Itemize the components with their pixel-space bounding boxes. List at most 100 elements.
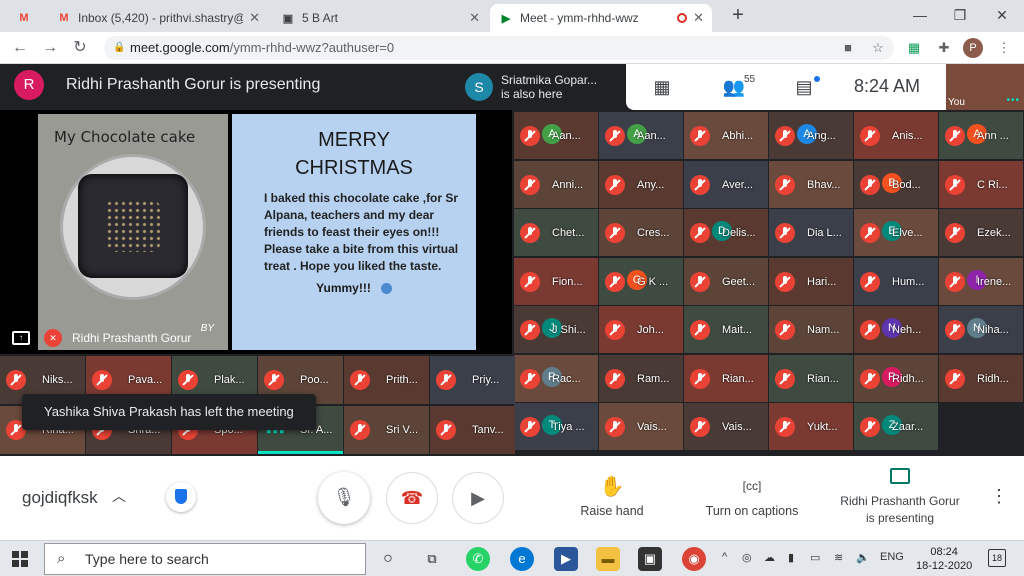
camera-button[interactable]: ▶ (452, 472, 504, 524)
participant-tile[interactable]: JJ Shi... (514, 306, 598, 353)
self-video-tile[interactable]: You ••• (946, 64, 1024, 110)
participant-tile[interactable]: Z Zaar... (854, 403, 938, 450)
meeting-code[interactable]: gojdiqfksk (22, 488, 98, 508)
chevron-up-icon[interactable]: ︿ (112, 486, 126, 506)
participant-tile[interactable]: Abhi... (684, 112, 768, 159)
participant-tile[interactable]: Yukt... (769, 403, 853, 450)
participant-tile[interactable]: Ezek... (939, 209, 1023, 256)
people-icon[interactable]: 👥 (722, 76, 746, 98)
edge-icon[interactable]: e (510, 547, 534, 571)
participant-tile[interactable]: D Delis... (684, 209, 768, 256)
file-explorer-icon[interactable]: ▬ (596, 547, 620, 571)
back-icon[interactable]: ← (10, 38, 30, 58)
host-controls-shield-icon[interactable] (166, 482, 196, 512)
network-icon[interactable]: ◎ (742, 551, 752, 564)
participant-tile[interactable]: N Neh... (854, 306, 938, 353)
captions-button[interactable]: [cc] Turn on captions (696, 474, 808, 518)
task-view-icon[interactable]: ⧉ (420, 547, 444, 571)
participant-tile[interactable]: E Elve... (854, 209, 938, 256)
participant-tile[interactable]: Hari... (769, 257, 853, 305)
participant-tile[interactable]: Vais... (599, 403, 683, 450)
participant-tile[interactable]: Ram... (599, 354, 683, 402)
cloud-icon[interactable]: ☁ (764, 551, 775, 564)
participant-tile[interactable]: R Ridh... (854, 354, 938, 402)
address-bar[interactable]: 🔒 meet.google.com/ymm-rhhd-wwz?authuser=… (104, 36, 894, 60)
participant-tile[interactable]: Rian... (684, 354, 768, 402)
sheets-extension-icon[interactable]: ▦ (906, 40, 922, 56)
chrome-icon[interactable]: ◉ (682, 547, 706, 571)
camera-icon[interactable]: ■ (840, 40, 856, 56)
raise-hand-button[interactable]: ✋ Raise hand (570, 474, 654, 518)
presenting-status-button[interactable]: Ridhi Prashanth Gorur is presenting (822, 468, 978, 527)
participant-tile[interactable]: Tanv... (430, 406, 515, 454)
tab-5b-art[interactable]: ▣ 5 B Art ✕ (272, 4, 488, 32)
reload-icon[interactable]: ↻ (70, 38, 90, 58)
taskbar-search[interactable]: ⌕ Type here to search (44, 543, 366, 575)
extensions-icon[interactable]: ✚ (936, 40, 952, 56)
tab-meet[interactable]: ▶ Meet - ymm-rhhd-wwz ✕ (490, 4, 712, 32)
tab-inbox[interactable]: M Inbox (5,420) - prithvi.shastry@sc ✕ (48, 4, 268, 32)
participant-tile[interactable]: Sri V... (344, 406, 429, 454)
participant-tile[interactable]: C Ri... (939, 160, 1023, 208)
taskbar-clock[interactable]: 08:24 18-12-2020 (916, 545, 972, 573)
participant-tile[interactable]: Priy... (430, 356, 515, 404)
participant-tile[interactable]: Nam... (769, 306, 853, 353)
participant-tile[interactable]: Hum... (854, 257, 938, 305)
participant-tile[interactable]: Vais... (684, 403, 768, 450)
close-icon[interactable]: ✕ (249, 10, 260, 26)
participant-tile[interactable]: Cres... (599, 209, 683, 256)
media-player-icon[interactable]: ▶ (554, 547, 578, 571)
participant-tile[interactable]: I Irene... (939, 257, 1023, 305)
close-icon[interactable]: ✕ (693, 10, 704, 26)
whatsapp-icon[interactable]: ✆ (466, 547, 490, 571)
participant-tile[interactable]: Chet... (514, 209, 598, 256)
mic-button[interactable]: 🎙 (318, 472, 370, 524)
participant-tile[interactable]: R Rac... (514, 354, 598, 402)
store-icon[interactable]: ▣ (638, 547, 662, 571)
participant-tile[interactable]: A Ann ... (939, 112, 1023, 159)
grid-layout-icon[interactable]: ▦ (650, 76, 674, 98)
bookmark-star-icon[interactable]: ☆ (870, 40, 886, 56)
leave-call-button[interactable]: ☎ (386, 472, 438, 524)
minimize-icon[interactable]: — (904, 4, 936, 26)
notification-center-icon[interactable]: 18 (988, 549, 1006, 567)
participant-tile[interactable]: Any... (599, 160, 683, 208)
participant-tile[interactable]: Anis... (854, 112, 938, 159)
participant-tile[interactable]: B Bod... (854, 160, 938, 208)
chevron-up-icon[interactable]: ^ (722, 551, 727, 563)
new-tab-button[interactable]: + (722, 4, 754, 26)
menu-icon[interactable]: ⋮ (996, 40, 1012, 56)
chat-icon[interactable]: ▤ (792, 76, 816, 98)
more-options-icon[interactable]: ••• (1006, 95, 1020, 106)
participant-tile[interactable]: Anni... (514, 160, 598, 208)
present-icon[interactable]: ↑ (12, 331, 30, 345)
participant-tile[interactable]: A Aan... (599, 112, 683, 159)
participant-tile[interactable]: Dia L... (769, 209, 853, 256)
participant-tile[interactable]: Rian... (769, 354, 853, 402)
restore-icon[interactable]: ❐ (944, 4, 976, 26)
cortana-icon[interactable]: ○ (376, 547, 400, 571)
participant-tile[interactable]: A Ang... (769, 112, 853, 159)
battery-icon[interactable]: ▭ (810, 551, 820, 564)
participant-tile[interactable]: Ridh... (939, 354, 1023, 402)
participant-tile[interactable]: Fion... (514, 257, 598, 305)
window-close-icon[interactable]: ✕ (986, 4, 1018, 26)
participant-tile[interactable]: A Aan... (514, 112, 598, 159)
participant-tile[interactable]: N Niha... (939, 306, 1023, 353)
language-indicator[interactable]: ENG (880, 551, 904, 563)
participant-tile[interactable]: T Tiya ... (514, 403, 598, 450)
participant-tile[interactable]: Geet... (684, 257, 768, 305)
forward-icon[interactable]: → (40, 38, 60, 58)
tab-gmail-pinned[interactable]: M (8, 4, 44, 32)
wifi-icon[interactable]: ≋ (834, 551, 843, 564)
participant-tile[interactable]: Prith... (344, 356, 429, 404)
usb-icon[interactable]: ▮ (788, 551, 794, 564)
participant-tile[interactable]: GG K ... (599, 257, 683, 305)
close-icon[interactable]: ✕ (469, 10, 480, 26)
profile-avatar[interactable]: P (963, 38, 983, 58)
participant-tile[interactable]: Joh... (599, 306, 683, 353)
volume-icon[interactable]: 🔈 (856, 551, 870, 564)
windows-start-icon[interactable] (12, 551, 28, 567)
participant-tile[interactable]: Mait... (684, 306, 768, 353)
participant-tile[interactable]: Bhav... (769, 160, 853, 208)
